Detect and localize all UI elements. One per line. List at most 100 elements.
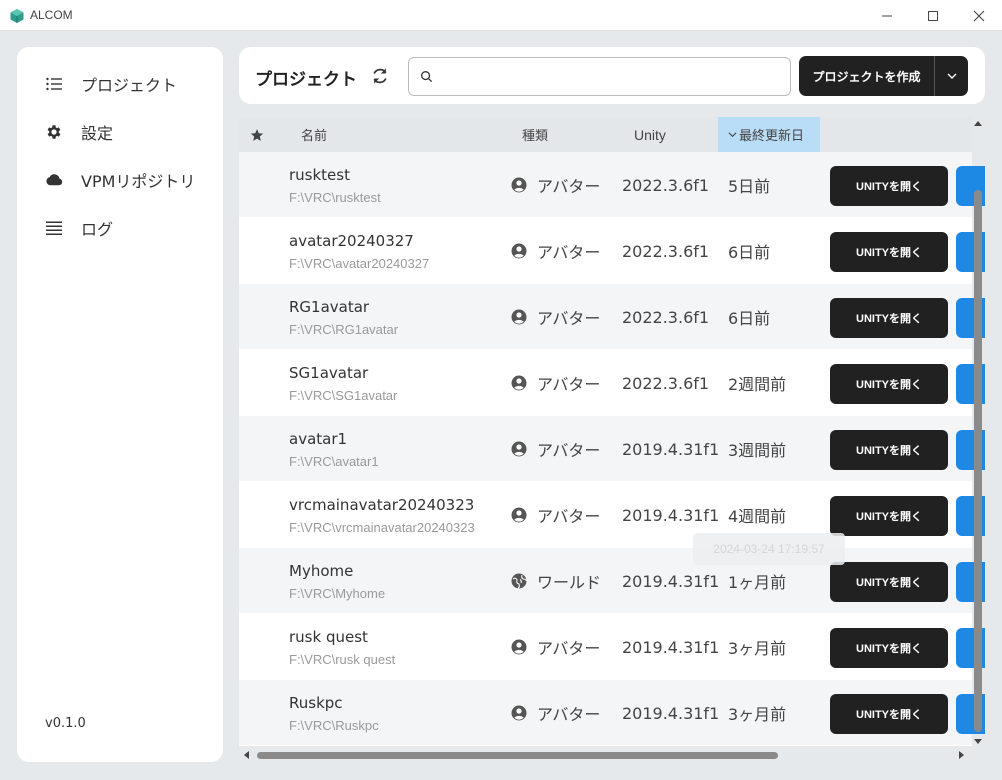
sidebar-item-settings[interactable]: 設定 <box>45 119 113 145</box>
table-row[interactable]: vrcmainavatar20240323 F:\VRC\vrcmainavat… <box>239 482 985 548</box>
open-unity-button[interactable]: UNITYを開く <box>830 694 948 734</box>
sidebar-item-projects[interactable]: プロジェクト <box>45 71 177 97</box>
unity-version: 2022.3.6f1 <box>622 241 710 261</box>
project-path: F:\VRC\Myhome <box>289 586 386 601</box>
list-icon <box>45 75 63 93</box>
open-unity-button[interactable]: UNITYを開く <box>830 496 948 536</box>
table-row[interactable]: Ruskpc F:\VRC\Ruskpc アバター 2019.4.31f1 3ヶ… <box>239 680 985 746</box>
project-type-label: アバター <box>537 243 601 262</box>
user-icon <box>511 705 527 721</box>
project-type-label: アバター <box>537 639 601 658</box>
unity-version: 2022.3.6f1 <box>622 373 710 393</box>
project-type: アバター <box>511 614 600 680</box>
sidebar-item-label: ログ <box>81 220 114 239</box>
project-name: rusktest <box>289 166 350 184</box>
open-unity-button[interactable]: UNITYを開く <box>830 298 948 338</box>
project-type: アバター <box>511 482 600 548</box>
scroll-up-arrow-icon[interactable] <box>973 119 983 129</box>
minimize-icon <box>882 15 892 16</box>
vertical-scrollbar-thumb[interactable] <box>974 190 982 732</box>
last-modified: 3週間前 <box>728 441 787 460</box>
column-header-label: 最終更新日 <box>739 129 805 144</box>
project-name: vrcmainavatar20240323 <box>289 496 475 514</box>
create-project-button[interactable]: プロジェクトを作成 <box>799 56 935 96</box>
gear-icon <box>45 123 63 141</box>
chevron-down-icon <box>947 73 956 79</box>
project-path: F:\VRC\RG1avatar <box>289 322 399 337</box>
project-type-label: アバター <box>537 309 601 328</box>
open-unity-button[interactable]: UNITYを開く <box>830 430 948 470</box>
sidebar-item-vpm-repositories[interactable]: VPMリポジトリ <box>45 167 195 193</box>
table-row[interactable]: avatar1 F:\VRC\avatar1 アバター 2019.4.31f1 … <box>239 416 985 482</box>
search-box <box>408 57 791 96</box>
open-unity-button[interactable]: UNITYを開く <box>830 166 948 206</box>
last-modified-tooltip: 2024-03-24 17:19:57 <box>693 533 845 565</box>
project-type: アバター <box>511 284 600 350</box>
sort-descending-icon <box>728 132 737 138</box>
maximize-button[interactable] <box>910 0 956 31</box>
open-unity-button[interactable]: UNITYを開く <box>830 364 948 404</box>
project-type-label: アバター <box>537 705 601 724</box>
open-unity-button[interactable]: UNITYを開く <box>830 628 948 668</box>
search-icon <box>421 71 433 83</box>
project-path: F:\VRC\Ruskpc <box>289 718 379 733</box>
project-type: アバター <box>511 152 600 218</box>
scroll-right-arrow-icon[interactable] <box>956 750 966 760</box>
last-modified-column-header[interactable]: 最終更新日 <box>718 117 820 152</box>
minimize-button[interactable] <box>864 0 910 31</box>
project-type-label: アバター <box>537 375 601 394</box>
user-icon <box>511 507 527 523</box>
create-project-split-button: プロジェクトを作成 <box>799 56 968 96</box>
name-column-header[interactable]: 名前 <box>301 117 327 152</box>
table-row[interactable]: Myhome F:\VRC\Myhome ワールド 2019.4.31f1 1ヶ… <box>239 548 985 614</box>
table-row[interactable]: rusktest F:\VRC\rusktest アバター 2022.3.6f1… <box>239 152 985 218</box>
last-modified: 6日前 <box>728 243 771 262</box>
user-icon <box>511 177 527 193</box>
project-type: アバター <box>511 350 600 416</box>
unity-version: 2019.4.31f1 <box>622 439 720 459</box>
user-icon <box>511 243 527 259</box>
user-icon <box>511 639 527 655</box>
horizontal-scrollbar-thumb[interactable] <box>257 752 778 759</box>
open-unity-button[interactable]: UNITYを開く <box>830 232 948 272</box>
project-path: F:\VRC\avatar20240327 <box>289 256 430 271</box>
table-row[interactable]: RG1avatar F:\VRC\RG1avatar アバター 2022.3.6… <box>239 284 985 350</box>
search-input[interactable] <box>439 64 779 90</box>
last-modified: 6日前 <box>728 309 771 328</box>
project-path: F:\VRC\rusk quest <box>289 652 396 667</box>
type-column-header[interactable]: 種類 <box>522 117 548 152</box>
scroll-down-arrow-icon[interactable] <box>973 736 983 746</box>
project-type-label: アバター <box>537 507 601 526</box>
project-name: Ruskpc <box>289 694 343 712</box>
project-type: アバター <box>511 680 600 746</box>
favorite-column-header[interactable] <box>250 117 264 152</box>
refresh-icon[interactable] <box>370 66 390 86</box>
table-row[interactable]: rusk quest F:\VRC\rusk quest アバター 2019.4… <box>239 614 985 680</box>
table-row[interactable]: avatar20240327 F:\VRC\avatar20240327 アバタ… <box>239 218 985 284</box>
maximize-icon <box>928 10 938 21</box>
table-row[interactable]: SG1avatar F:\VRC\SG1avatar アバター 2022.3.6… <box>239 350 985 416</box>
project-type-label: アバター <box>537 177 601 196</box>
scroll-left-arrow-icon[interactable] <box>242 750 252 760</box>
user-icon <box>511 309 527 325</box>
unity-column-header[interactable]: Unity <box>634 117 666 152</box>
project-name: RG1avatar <box>289 298 370 316</box>
last-modified: 5日前 <box>728 177 771 196</box>
project-name: rusk quest <box>289 628 368 646</box>
star-icon <box>250 128 264 141</box>
create-project-dropdown-button[interactable] <box>935 56 968 96</box>
project-name: Myhome <box>289 562 354 580</box>
sidebar-item-logs[interactable]: ログ <box>45 215 113 241</box>
project-name: avatar1 <box>289 430 348 448</box>
globe-icon <box>511 573 527 589</box>
project-type-label: ワールド <box>537 573 602 592</box>
sidebar-item-label: VPMリポジトリ <box>81 172 196 191</box>
close-button[interactable] <box>956 0 1002 31</box>
open-unity-button[interactable]: UNITYを開く <box>830 562 948 602</box>
unity-version: 2019.4.31f1 <box>622 703 720 723</box>
projects-header: プロジェクト プロジェクトを作成 <box>239 47 985 104</box>
project-type-label: アバター <box>537 441 601 460</box>
lines-icon <box>45 219 63 237</box>
project-path: F:\VRC\vrcmainavatar20240323 <box>289 520 475 535</box>
unity-version: 2022.3.6f1 <box>622 307 710 327</box>
